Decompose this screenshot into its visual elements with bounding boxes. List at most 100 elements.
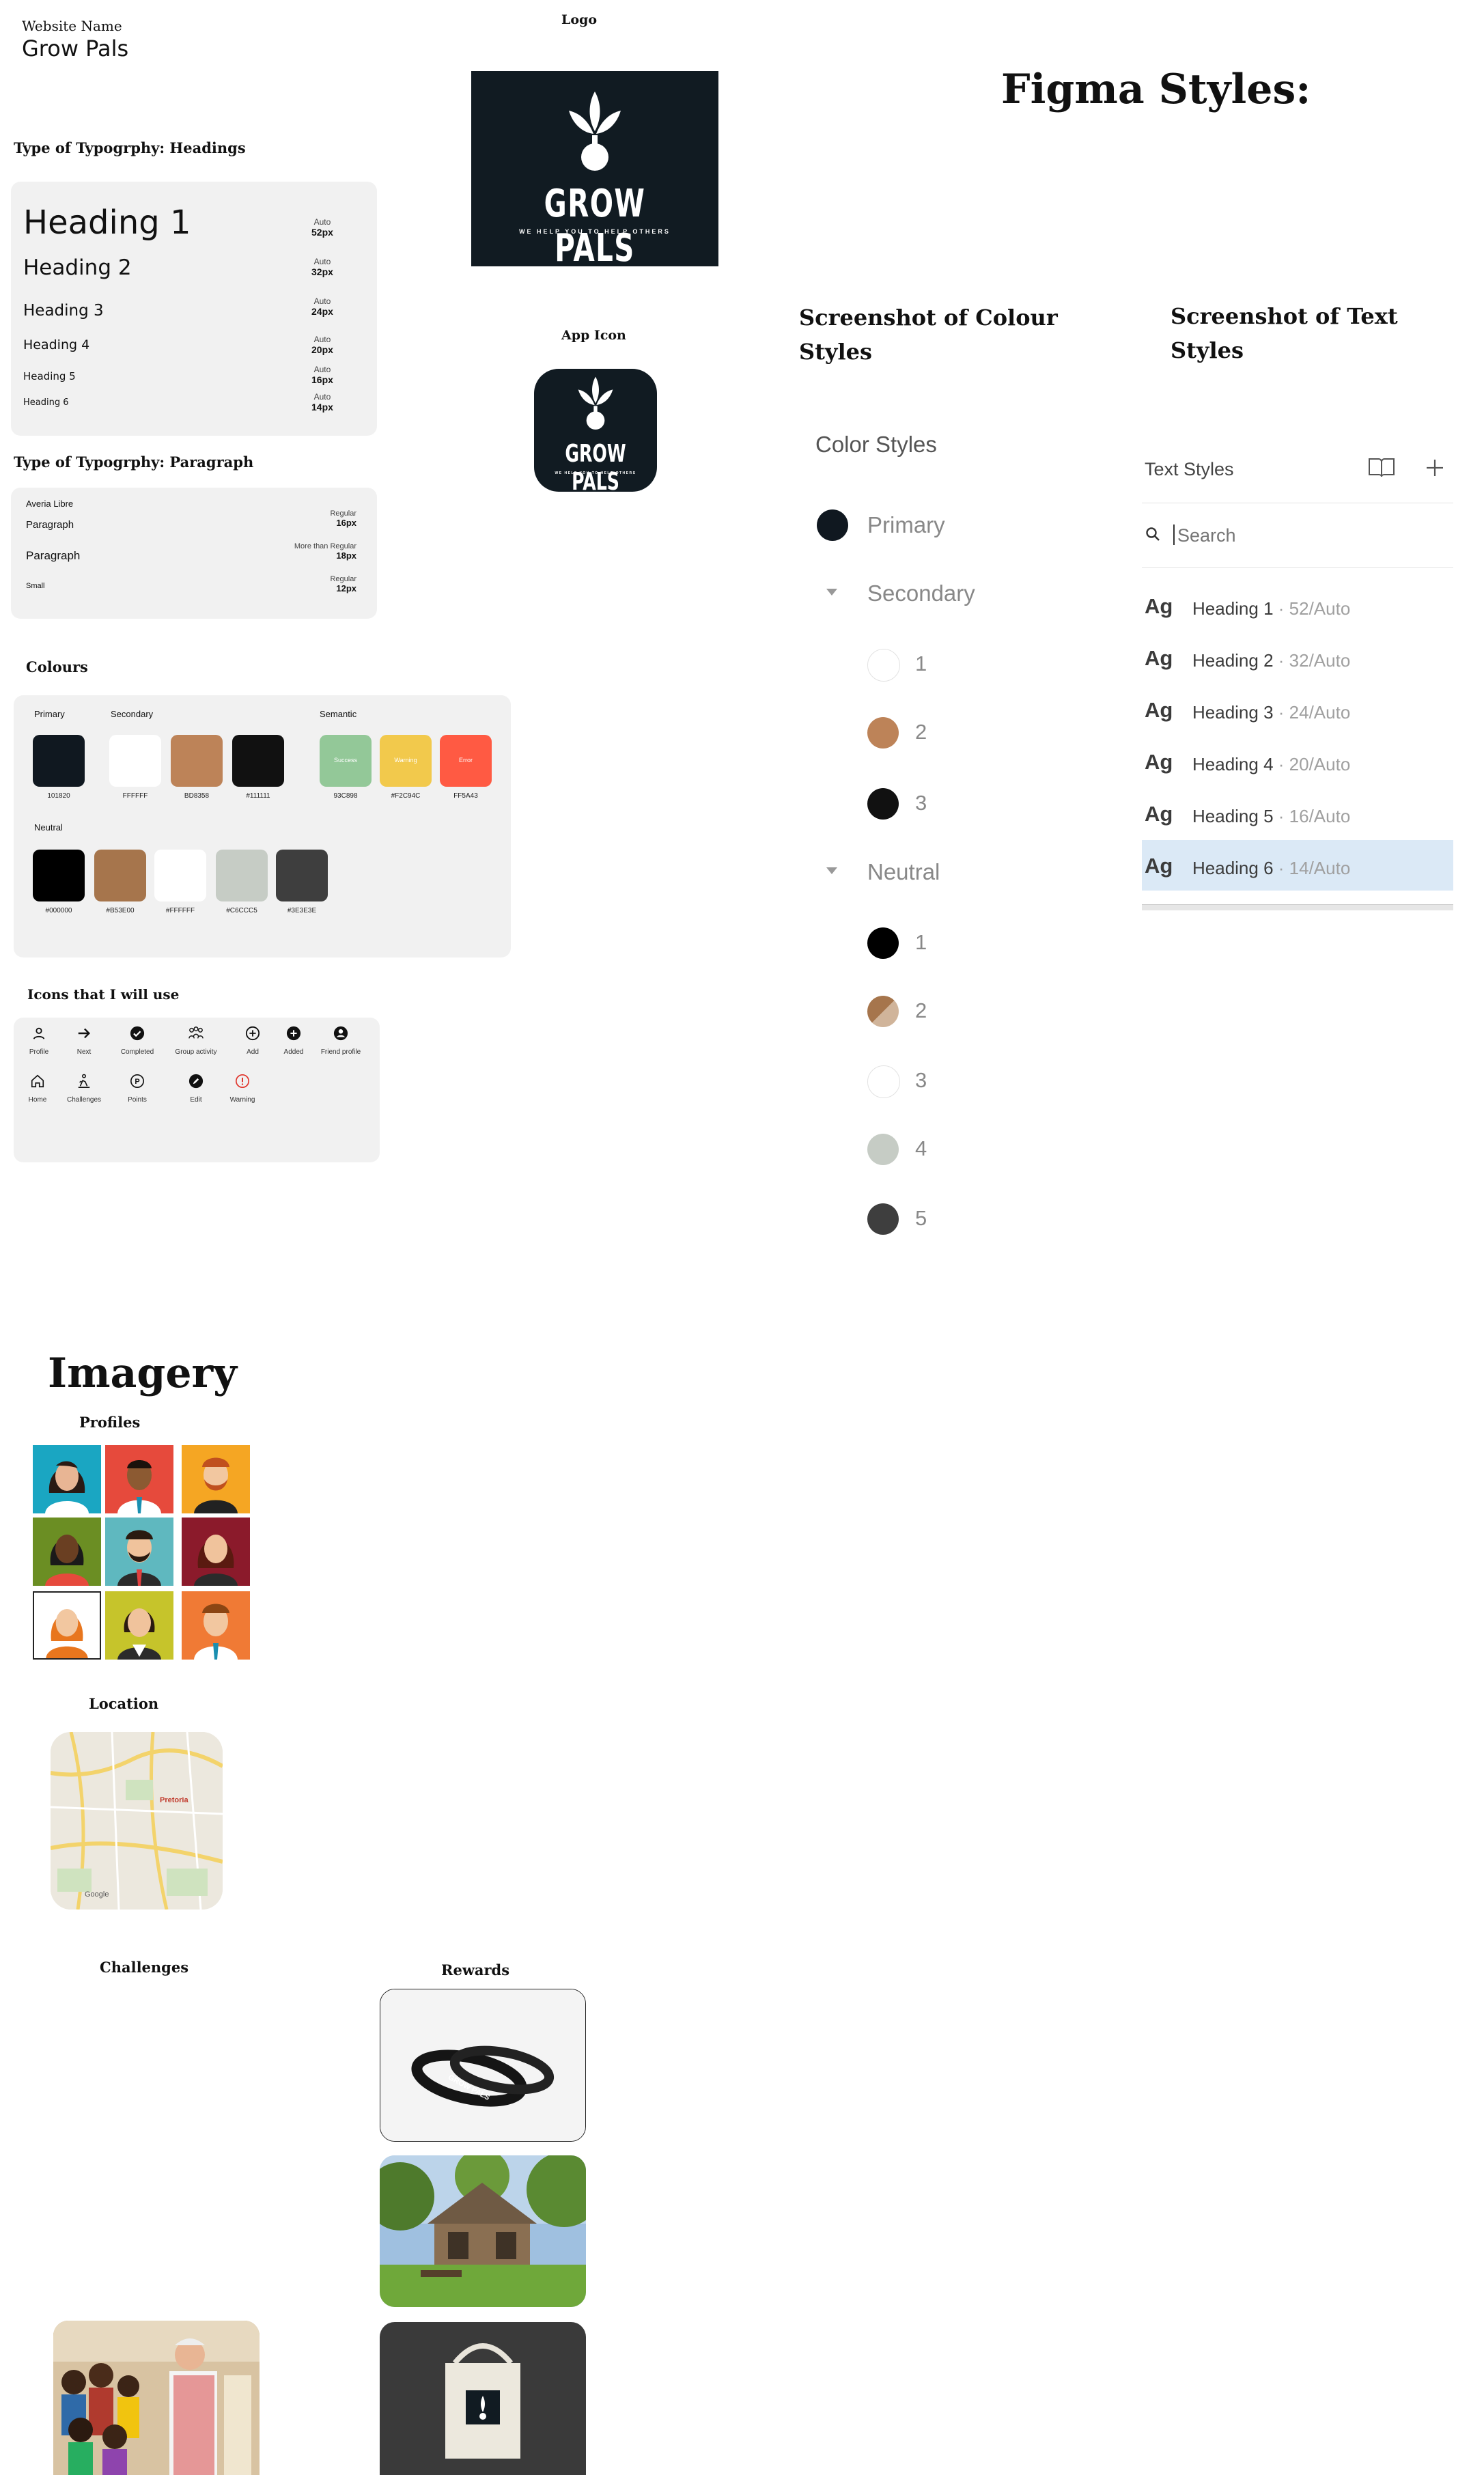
search-caret xyxy=(1173,525,1175,545)
location-map[interactable]: Pretoria Google xyxy=(51,1732,223,1910)
color-style-secondary-2-label[interactable]: 2 xyxy=(915,720,927,744)
imagery-title: Imagery xyxy=(48,1350,238,1397)
heading-2-meta: Auto 32px xyxy=(311,257,333,277)
colour-styles-screenshot-title: Screenshot of Colour Styles xyxy=(799,305,1058,365)
swatch-neutral-2-label: #B53E00 xyxy=(106,907,135,914)
alert-circle-icon xyxy=(236,1074,249,1088)
svg-text:P: P xyxy=(135,1078,139,1086)
swatch-primary-label: 101820 xyxy=(47,792,70,800)
pencil-circle-icon xyxy=(188,1074,204,1089)
swatch-neutral-4 xyxy=(216,850,268,901)
swatch-warning: Warning xyxy=(380,735,432,787)
typography-headings-card: Heading 1 Auto 52px Heading 2 Auto 32px … xyxy=(11,182,377,436)
text-style-row-heading-2[interactable]: Ag Heading 2 · 32/Auto xyxy=(1142,632,1453,683)
avatar xyxy=(33,1591,101,1660)
color-style-neutral-3-swatch xyxy=(867,1065,900,1098)
swatch-error: Error xyxy=(440,735,492,787)
chevron-down-icon[interactable] xyxy=(826,589,837,596)
color-style-neutral-5-swatch xyxy=(867,1203,899,1235)
icon-home: Home xyxy=(14,1074,61,1104)
reward-lodge-photo xyxy=(380,2155,586,2307)
color-style-neutral-1-label[interactable]: 1 xyxy=(915,930,927,955)
color-style-neutral-group[interactable]: Neutral xyxy=(867,859,940,885)
swatch-neutral-5-label: #3E3E3E xyxy=(287,907,317,914)
text-style-row-heading-5[interactable]: Ag Heading 5 · 16/Auto xyxy=(1142,788,1453,839)
color-style-secondary-3-label[interactable]: 3 xyxy=(915,791,927,815)
book-icon[interactable] xyxy=(1367,456,1396,479)
icon-points: P Points xyxy=(113,1074,161,1104)
colours-semantic-label: Semantic xyxy=(320,709,357,719)
color-style-secondary-1-swatch xyxy=(867,649,900,682)
color-style-neutral-5-label[interactable]: 5 xyxy=(915,1206,927,1231)
text-styles-panel-title: Text Styles xyxy=(1145,459,1234,479)
hiking-icon xyxy=(78,1074,90,1088)
color-style-secondary-3-swatch xyxy=(867,788,899,820)
text-style-spec: · 14/Auto xyxy=(1273,858,1351,878)
swatch-neutral-3 xyxy=(154,850,206,901)
map-city-label: Pretoria xyxy=(160,1796,188,1804)
paragraph-16-sample: Paragraph xyxy=(26,519,74,531)
rewards-title: Rewards xyxy=(441,1961,510,1978)
figma-styles-title: Figma Styles: xyxy=(1001,66,1311,113)
typography-headings-title: Type of Typogrphy: Headings xyxy=(14,139,246,156)
home-icon xyxy=(31,1074,44,1088)
icon-completed: Completed xyxy=(113,1026,161,1056)
swatch-success: Success xyxy=(320,735,372,787)
user-icon xyxy=(33,1027,45,1039)
text-styles-divider xyxy=(1142,567,1453,568)
text-style-ag-icon: Ag xyxy=(1145,750,1173,774)
color-style-neutral-3-label[interactable]: 3 xyxy=(915,1068,927,1093)
text-style-row-heading-3[interactable]: Ag Heading 3 · 24/Auto xyxy=(1142,684,1453,735)
colours-secondary-label: Secondary xyxy=(111,709,154,719)
text-styles-search-input[interactable] xyxy=(1176,523,1438,548)
color-style-secondary-2-swatch xyxy=(867,717,899,749)
text-style-spec: · 24/Auto xyxy=(1273,702,1351,723)
avatar xyxy=(182,1518,250,1586)
group-icon xyxy=(188,1026,204,1039)
website-name: Grow Pals xyxy=(22,36,129,61)
color-style-neutral-1-swatch xyxy=(867,927,899,959)
typography-paragraph-title: Type of Typogrphy: Paragraph xyxy=(14,453,254,471)
text-style-ag-icon: Ag xyxy=(1145,646,1173,670)
text-style-spec: · 16/Auto xyxy=(1273,806,1351,826)
text-styles-scrollbar[interactable] xyxy=(1142,904,1453,910)
search-icon xyxy=(1146,527,1160,541)
avatar xyxy=(33,1518,101,1586)
color-style-secondary-1-label[interactable]: 1 xyxy=(915,652,927,676)
plus-icon[interactable] xyxy=(1425,458,1445,478)
heading-4-sample: Heading 4 xyxy=(23,337,90,352)
text-style-row-heading-1[interactable]: Ag Heading 1 · 52/Auto xyxy=(1142,581,1453,631)
challenges-photo xyxy=(53,2321,260,2475)
text-style-name: Heading 4 xyxy=(1192,754,1274,774)
swatch-warning-label: #F2C94C xyxy=(391,792,421,800)
chevron-down-icon[interactable] xyxy=(826,867,837,874)
colours-neutral-label: Neutral xyxy=(34,822,63,833)
icon-challenges: Challenges xyxy=(60,1074,108,1104)
map-credit: Google xyxy=(85,1890,109,1899)
color-style-neutral-2-label[interactable]: 2 xyxy=(915,998,927,1023)
heading-6-sample: Heading 6 xyxy=(23,397,69,408)
icon-next: Next xyxy=(60,1026,108,1056)
color-style-primary-label[interactable]: Primary xyxy=(867,512,945,538)
logo-box: GROW PALS WE HELP YOU TO HELP OTHERS xyxy=(471,71,718,270)
heading-6-meta: Auto 14px xyxy=(311,392,333,412)
color-style-secondary-group[interactable]: Secondary xyxy=(867,581,975,606)
text-style-spec: · 52/Auto xyxy=(1273,598,1351,619)
typography-paragraph-card: Averia Libre Paragraph Regular 16px Para… xyxy=(11,488,377,619)
avatar xyxy=(182,1445,250,1513)
color-style-neutral-4-label[interactable]: 4 xyxy=(915,1136,927,1161)
text-style-name: Heading 1 xyxy=(1192,598,1274,619)
text-style-row-heading-6-selected[interactable]: Ag Heading 6 · 14/Auto xyxy=(1142,840,1453,891)
website-name-label: Website Name xyxy=(22,18,122,34)
swatch-neutral-1-label: #000000 xyxy=(45,907,72,914)
text-style-row-heading-4[interactable]: Ag Heading 4 · 20/Auto xyxy=(1142,736,1453,787)
icon-warning: Warning xyxy=(219,1074,266,1104)
swatch-neutral-4-label: #C6CCC5 xyxy=(226,907,257,914)
avatar xyxy=(33,1445,101,1513)
sprout-leaf-icon xyxy=(578,376,613,430)
text-style-name: Heading 6 xyxy=(1192,858,1274,878)
icon-friend-profile: Friend profile xyxy=(317,1026,365,1056)
app-icon-box: GROW PALS WE HELP YOU TO HELP OTHERS xyxy=(534,369,657,496)
heading-1-meta: Auto 52px xyxy=(311,217,333,238)
swatch-neutral-2 xyxy=(94,850,146,901)
